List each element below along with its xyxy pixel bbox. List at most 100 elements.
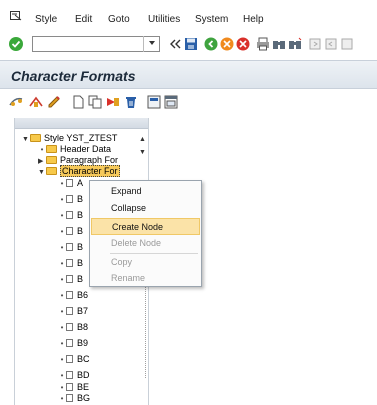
menu-goto[interactable]: Goto bbox=[108, 14, 130, 25]
expanded-caret-icon[interactable]: ▼ bbox=[22, 134, 30, 145]
app-menu-icon[interactable] bbox=[10, 11, 22, 24]
leaf-bullet-icon: • bbox=[60, 394, 64, 403]
command-field[interactable] bbox=[32, 36, 160, 52]
leaf-bullet-icon: • bbox=[60, 291, 64, 300]
first-page-icon[interactable] bbox=[308, 37, 322, 51]
tree-leaf[interactable]: • B6 bbox=[58, 290, 88, 301]
menu-item-rename[interactable]: Rename bbox=[91, 270, 200, 287]
leaf-bullet-icon: • bbox=[60, 355, 64, 364]
leaf-bullet-icon: • bbox=[60, 195, 64, 204]
leaf-bullet-icon: • bbox=[60, 323, 64, 332]
tree-leaf[interactable]: • B bbox=[58, 274, 83, 285]
activate-icon[interactable] bbox=[28, 95, 43, 109]
save-icon[interactable] bbox=[184, 37, 198, 51]
format-document-icon bbox=[66, 355, 73, 363]
tree-leaf[interactable]: • B bbox=[58, 226, 83, 237]
scroll-down-icon[interactable]: ▼ bbox=[139, 149, 146, 156]
menu-style[interactable]: Style bbox=[35, 14, 57, 25]
screen-title-bar: Character Formats bbox=[0, 60, 377, 89]
new-document-icon[interactable] bbox=[71, 95, 85, 109]
enter-check-icon[interactable] bbox=[9, 37, 23, 51]
leaf-bullet-icon: • bbox=[60, 339, 64, 348]
tree-leaf[interactable]: • B bbox=[58, 210, 83, 221]
tree-node-character-formats[interactable]: ▼ Character For bbox=[38, 165, 120, 178]
window-icon[interactable] bbox=[164, 95, 178, 109]
format-document-icon bbox=[66, 195, 73, 203]
expanded-caret-icon[interactable]: ▼ bbox=[38, 167, 46, 178]
tree-leaf[interactable]: • B bbox=[58, 194, 83, 205]
next-page-icon[interactable] bbox=[340, 37, 354, 51]
cancel-icon[interactable] bbox=[236, 37, 250, 51]
format-document-icon bbox=[66, 227, 73, 235]
leaf-bullet-icon: • bbox=[60, 243, 64, 252]
scroll-up-icon[interactable]: ▲ bbox=[139, 136, 146, 143]
leaf-bullet-icon: • bbox=[60, 371, 64, 380]
menu-help[interactable]: Help bbox=[243, 14, 264, 25]
format-document-icon bbox=[66, 307, 73, 315]
tree-leaf[interactable]: • B8 bbox=[58, 322, 88, 333]
format-document-icon bbox=[66, 383, 73, 391]
copy-document-icon[interactable] bbox=[88, 95, 102, 109]
print-icon[interactable] bbox=[256, 37, 270, 51]
open-folder-icon bbox=[30, 134, 41, 142]
tree-leaf[interactable]: • BE bbox=[58, 382, 89, 393]
leaf-bullet-icon: • bbox=[60, 275, 64, 284]
menu-item-expand[interactable]: Expand bbox=[91, 183, 200, 200]
format-document-icon bbox=[66, 371, 73, 379]
format-document-icon bbox=[66, 179, 73, 187]
leaf-bullet-icon: • bbox=[60, 179, 64, 188]
tree-leaf[interactable]: • B bbox=[58, 258, 83, 269]
menu-bar: Style Edit Goto Utilities System Help bbox=[0, 0, 377, 33]
context-menu: Expand Collapse Create Node Delete Node … bbox=[89, 180, 202, 287]
format-document-icon bbox=[66, 339, 73, 347]
menu-edit[interactable]: Edit bbox=[75, 14, 92, 25]
tree-leaf[interactable]: • BG bbox=[58, 393, 90, 404]
application-toolbar bbox=[0, 90, 377, 114]
edit-pencil-icon[interactable] bbox=[47, 95, 61, 109]
menu-item-copy[interactable]: Copy bbox=[91, 254, 200, 271]
tree-leaf[interactable]: • BD bbox=[58, 370, 90, 381]
tree-leaf[interactable]: • B7 bbox=[58, 306, 88, 317]
menu-utilities[interactable]: Utilities bbox=[148, 14, 180, 25]
leaf-bullet-icon: • bbox=[60, 383, 64, 392]
format-document-icon bbox=[66, 291, 73, 299]
page-icon[interactable] bbox=[147, 95, 161, 109]
leaf-bullet-icon: • bbox=[60, 227, 64, 236]
format-document-icon bbox=[66, 243, 73, 251]
previous-page-icon[interactable] bbox=[324, 37, 338, 51]
menu-system[interactable]: System bbox=[195, 14, 228, 25]
tree-node-header-data[interactable]: • Header Data bbox=[38, 144, 111, 155]
leaf-bullet-icon: • bbox=[60, 307, 64, 316]
tree-node-root[interactable]: ▼ Style YST_ZTEST bbox=[22, 133, 117, 144]
page-title: Character Formats bbox=[11, 68, 136, 84]
menu-item-delete-node[interactable]: Delete Node bbox=[91, 235, 200, 252]
format-document-icon bbox=[66, 323, 73, 331]
leaf-bullet-icon: • bbox=[40, 145, 44, 154]
transport-icon[interactable] bbox=[105, 95, 119, 109]
back-icon[interactable] bbox=[204, 37, 218, 51]
tree-leaf[interactable]: • A bbox=[58, 178, 83, 189]
back-history-icon[interactable] bbox=[168, 37, 182, 51]
format-document-icon bbox=[66, 275, 73, 283]
tree-leaf[interactable]: • BC bbox=[58, 354, 90, 365]
delete-trash-icon[interactable] bbox=[124, 95, 138, 109]
tree-leaf[interactable]: • B9 bbox=[58, 338, 88, 349]
open-folder-icon bbox=[46, 167, 57, 175]
display-change-icon[interactable] bbox=[9, 95, 23, 109]
folder-icon bbox=[46, 156, 57, 164]
exit-icon[interactable] bbox=[220, 37, 234, 51]
tree-leaf[interactable]: • B bbox=[58, 242, 83, 253]
tree-header-bar bbox=[15, 118, 148, 129]
leaf-bullet-icon: • bbox=[60, 211, 64, 220]
format-document-icon bbox=[66, 394, 73, 402]
format-document-icon bbox=[66, 259, 73, 267]
standard-toolbar bbox=[0, 33, 377, 55]
find-icon[interactable] bbox=[272, 37, 286, 51]
folder-icon bbox=[46, 145, 57, 153]
menu-item-create-node[interactable]: Create Node bbox=[91, 218, 200, 235]
format-document-icon bbox=[66, 211, 73, 219]
find-next-icon[interactable] bbox=[288, 37, 302, 51]
command-dropdown-icon[interactable] bbox=[143, 36, 160, 52]
menu-item-collapse[interactable]: Collapse bbox=[91, 200, 200, 217]
leaf-bullet-icon: • bbox=[60, 259, 64, 268]
